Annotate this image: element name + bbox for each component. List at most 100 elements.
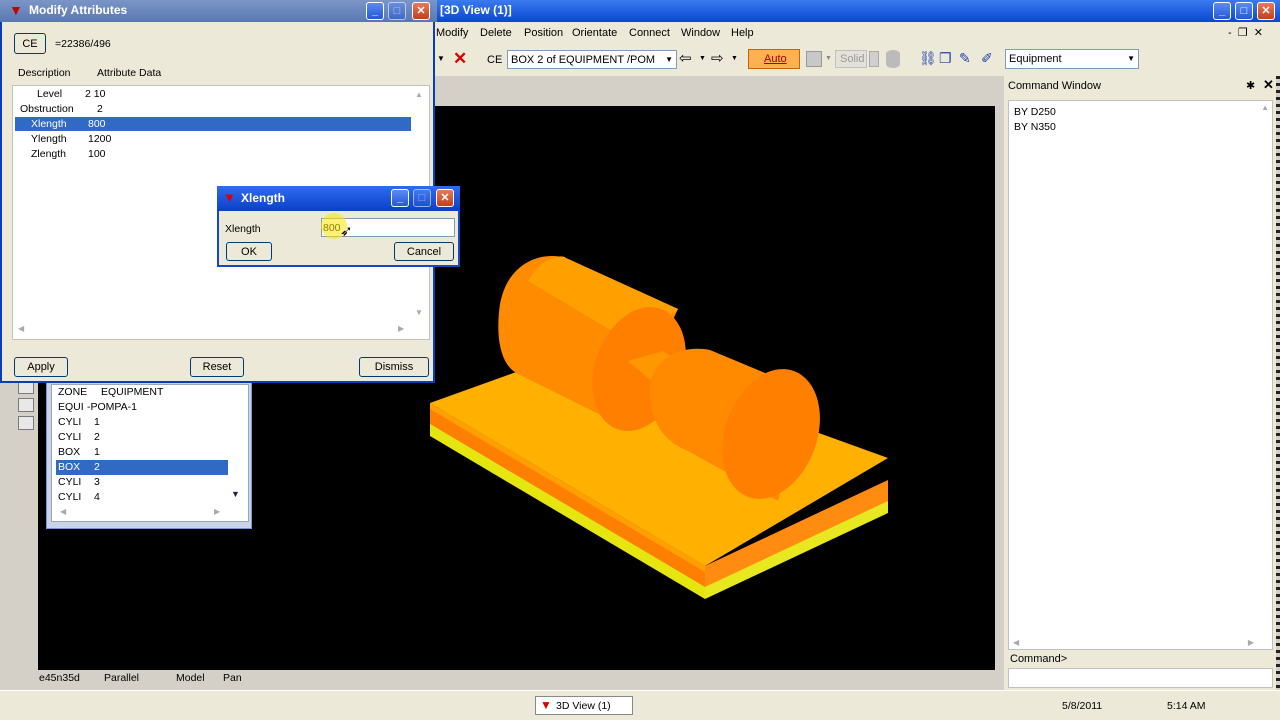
explorer-row[interactable]: CYLI 1 xyxy=(56,415,228,430)
explorer-row[interactable]: BOX 2 xyxy=(56,460,228,475)
chevron-down-icon[interactable]: ▼ xyxy=(731,55,738,62)
chevron-down-icon[interactable]: ▼ xyxy=(699,55,706,62)
scroll-up-icon[interactable]: ▲ xyxy=(415,90,423,99)
attribute-row[interactable]: Xlength 800 xyxy=(15,117,411,131)
scroll-down-icon[interactable]: ▼ xyxy=(231,489,240,499)
walk-tool-3-icon[interactable]: ✎ xyxy=(959,50,971,67)
xlength-label: Xlength xyxy=(225,223,261,235)
cancel-button[interactable]: Cancel xyxy=(394,242,454,261)
ce-toolbar-label[interactable]: CE xyxy=(487,54,502,66)
scroll-right-icon[interactable]: ▶ xyxy=(1248,638,1254,647)
menu-window[interactable]: Window xyxy=(681,27,720,39)
forward-arrow-icon[interactable]: ⇨ xyxy=(711,49,724,67)
delete-x-icon[interactable]: ✕ xyxy=(453,49,467,69)
mouse-cursor-icon: ➶ xyxy=(340,223,353,240)
back-arrow-icon[interactable]: ⇦ xyxy=(679,49,692,67)
menu-help[interactable]: Help xyxy=(731,27,754,39)
maximize-icon: □ xyxy=(413,189,431,207)
solid-button[interactable]: Solid xyxy=(835,50,867,68)
explorer-row-name: 4 xyxy=(94,491,100,503)
apply-label: Apply xyxy=(27,361,55,373)
explorer-row-type: CYLI xyxy=(58,431,82,443)
xlength-dialog: ▼ Xlength _ □ ✕ Xlength 800 ➶ OK Cancel xyxy=(217,186,460,267)
chevron-down-icon[interactable]: ▼ xyxy=(665,55,673,64)
reset-button[interactable]: Reset xyxy=(190,357,244,377)
minimize-icon[interactable]: _ xyxy=(366,2,384,20)
walk-tool-1-icon[interactable]: ⛓ xyxy=(919,50,937,67)
attribute-name: Ylength xyxy=(31,133,67,145)
minimize-icon[interactable]: _ xyxy=(391,189,409,207)
command-output[interactable]: BY D250 BY N350 ▲ ◀ ▶ xyxy=(1008,100,1273,650)
scroll-left-icon[interactable]: ◀ xyxy=(1013,638,1019,647)
walk-tool-2-icon[interactable]: ❐ xyxy=(939,50,952,67)
chevron-down-icon[interactable]: ▼ xyxy=(1127,54,1135,63)
menu-orientate[interactable]: Orientate xyxy=(572,27,617,39)
command-input[interactable] xyxy=(1008,668,1273,688)
module-select[interactable]: Equipment ▼ xyxy=(1005,49,1139,69)
explorer-row[interactable]: BOX 1 xyxy=(56,445,228,460)
solid-label: Solid xyxy=(840,53,865,65)
module-select-value: Equipment xyxy=(1009,53,1062,65)
explorer-row-type: CYLI xyxy=(58,416,82,428)
explorer-row[interactable]: EQUI -POMPA-1 xyxy=(56,400,228,415)
ce-button[interactable]: CE xyxy=(14,33,46,54)
attribute-name: Xlength xyxy=(31,118,67,130)
attribute-row[interactable]: Ylength 1200 xyxy=(15,132,411,146)
scroll-down-icon[interactable]: ▼ xyxy=(415,308,423,317)
apply-button[interactable]: Apply xyxy=(14,357,68,377)
maximize-icon[interactable]: □ xyxy=(1235,2,1253,20)
scroll-right-icon[interactable]: ▶ xyxy=(214,507,220,516)
scroll-up-icon[interactable]: ▲ xyxy=(1261,103,1269,112)
close-icon[interactable]: ✕ xyxy=(412,2,430,20)
menu-connect[interactable]: Connect xyxy=(629,27,670,39)
mdi-controls[interactable]: - ❐ ✕ xyxy=(1228,26,1263,39)
dismiss-button[interactable]: Dismiss xyxy=(359,357,429,377)
view-tool-3-icon[interactable] xyxy=(18,416,34,430)
command-prompt-label: Command> xyxy=(1010,653,1068,665)
pin-icon[interactable]: ✱ xyxy=(1246,79,1255,92)
menu-position[interactable]: Position xyxy=(524,27,563,39)
taskbar: ▼ 3D View (1) 5/8/2011 5:14 AM xyxy=(0,690,1280,720)
explorer-row[interactable]: CYLI 3 xyxy=(56,475,228,490)
cylinder-icon[interactable] xyxy=(886,50,900,68)
view-mode[interactable]: Model xyxy=(176,672,205,684)
attribute-row[interactable]: Zlength 100 xyxy=(15,147,411,161)
scroll-left-icon[interactable]: ◀ xyxy=(60,507,66,516)
auto-button[interactable]: Auto xyxy=(748,49,800,69)
view-action[interactable]: Pan xyxy=(223,672,242,684)
menu-modify[interactable]: Modify xyxy=(436,27,468,39)
chevron-down-icon[interactable]: ▼ xyxy=(437,54,445,63)
close-icon[interactable]: ✕ xyxy=(1257,2,1275,20)
attribute-value: 1200 xyxy=(88,133,112,145)
element-select[interactable]: BOX 2 of EQUIPMENT /POM ▼ xyxy=(507,50,677,69)
explorer-row-type: CYLI xyxy=(58,491,82,503)
close-icon[interactable]: ✕ xyxy=(436,189,454,207)
reset-label: Reset xyxy=(202,361,232,373)
arrows-toggle-icon[interactable] xyxy=(869,51,879,67)
view-projection[interactable]: Parallel xyxy=(104,672,139,684)
close-icon[interactable]: ✕ xyxy=(1263,77,1274,93)
app-logo-icon: ▼ xyxy=(540,698,552,712)
minimize-icon[interactable]: _ xyxy=(1213,2,1231,20)
color-swatch[interactable] xyxy=(806,51,822,67)
attribute-value: 800 xyxy=(88,118,106,130)
walk-tool-4-icon[interactable]: ✐ xyxy=(981,50,993,67)
explorer-row[interactable]: ZONE EQUIPMENT xyxy=(56,385,228,400)
attribute-value: 100 xyxy=(88,148,106,160)
taskbar-item-3d-view[interactable]: ▼ 3D View (1) xyxy=(535,696,633,715)
attribute-row[interactable]: Obstruction 2 xyxy=(15,102,411,116)
scroll-right-icon[interactable]: ▶ xyxy=(398,324,404,333)
app-logo-icon: ▼ xyxy=(223,190,236,205)
chevron-down-icon[interactable]: ▼ xyxy=(825,55,832,62)
explorer-row-name: 2 xyxy=(94,461,100,473)
explorer-row-name: 1 xyxy=(94,416,100,428)
attribute-row[interactable]: Level 2 10 xyxy=(15,87,411,101)
scroll-left-icon[interactable]: ◀ xyxy=(18,324,24,333)
command-window-title: Command Window xyxy=(1008,80,1101,92)
ok-button[interactable]: OK xyxy=(226,242,272,261)
view-tool-2-icon[interactable] xyxy=(18,398,34,412)
menu-delete[interactable]: Delete xyxy=(480,27,512,39)
explorer-row[interactable]: CYLI 4 xyxy=(56,490,228,505)
attribute-name: Level xyxy=(37,88,63,100)
explorer-row[interactable]: CYLI 2 xyxy=(56,430,228,445)
